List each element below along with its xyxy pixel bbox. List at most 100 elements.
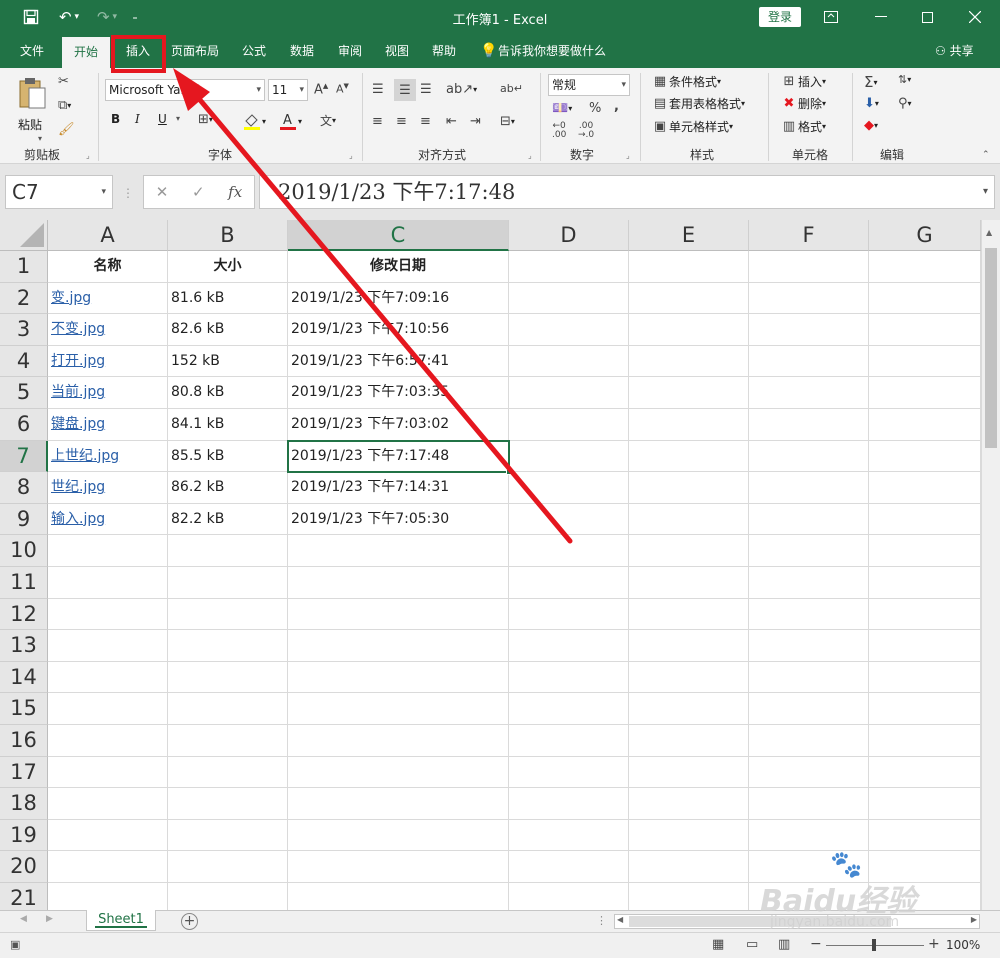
cell-d17[interactable]: [509, 756, 629, 789]
cell-b13[interactable]: [168, 630, 288, 662]
row-header-9[interactable]: 9: [0, 503, 48, 536]
cell-e18[interactable]: [629, 788, 749, 820]
cell-b14[interactable]: [168, 661, 288, 694]
underline-dropdown-icon[interactable]: ▾: [176, 114, 180, 123]
cell-e9[interactable]: [629, 503, 749, 536]
normal-view-icon[interactable]: ▦: [712, 937, 724, 952]
decrease-font-icon[interactable]: A▼: [336, 82, 349, 96]
cell-c12[interactable]: [288, 598, 509, 631]
cell-g13[interactable]: [869, 630, 981, 662]
number-format-combo[interactable]: 常规 ▾: [548, 74, 630, 96]
tell-me-search[interactable]: 💡告诉我你想要做什么: [480, 34, 606, 68]
scroll-left-icon[interactable]: ◀: [617, 915, 623, 924]
cell-g1[interactable]: [869, 251, 981, 283]
cell-styles-button[interactable]: ▣ 单元格样式 ▾: [651, 118, 733, 135]
cell-c9[interactable]: 2019/1/23 下午7:05:30: [288, 503, 509, 536]
cell-f18[interactable]: [749, 788, 869, 820]
cell-f17[interactable]: [749, 756, 869, 789]
row-header-3[interactable]: 3: [0, 314, 48, 346]
cell-c3[interactable]: 2019/1/23 下午7:10:56: [288, 314, 509, 346]
row-header-10[interactable]: 10: [0, 535, 48, 567]
cell-b1[interactable]: 大小: [168, 251, 288, 283]
row-header-20[interactable]: 20: [0, 851, 48, 883]
cell-d7[interactable]: [509, 440, 629, 473]
cell-c1[interactable]: 修改日期: [288, 251, 509, 283]
sheet-prev-icon[interactable]: ◀: [20, 914, 27, 924]
row-header-5[interactable]: 5: [0, 377, 48, 409]
merge-center-icon[interactable]: ⊟ ▾: [500, 114, 515, 129]
cell-a6[interactable]: 键盘.jpg: [48, 409, 168, 441]
cell-d15[interactable]: [509, 693, 629, 725]
cell-f5[interactable]: [749, 377, 869, 409]
cell-a5[interactable]: 当前.jpg: [48, 377, 168, 409]
cell-d11[interactable]: [509, 567, 629, 599]
cell-a12[interactable]: [48, 598, 168, 631]
zoom-in-icon[interactable]: +: [928, 936, 940, 952]
cell-g17[interactable]: [869, 756, 981, 789]
cell-f4[interactable]: [749, 345, 869, 378]
cell-d6[interactable]: [509, 409, 629, 441]
cell-d12[interactable]: [509, 598, 629, 631]
cell-f6[interactable]: [749, 409, 869, 441]
cell-c13[interactable]: [288, 630, 509, 662]
cell-a15[interactable]: [48, 693, 168, 725]
fill-down-icon[interactable]: ⬇ ▾: [864, 96, 879, 111]
cell-g18[interactable]: [869, 788, 981, 820]
cell-c2[interactable]: 2019/1/23 下午7:09:16: [288, 282, 509, 315]
cell-a13[interactable]: [48, 630, 168, 662]
comma-icon[interactable]: ,: [614, 99, 619, 114]
row-header-4[interactable]: 4: [0, 345, 48, 378]
cell-a18[interactable]: [48, 788, 168, 820]
sheet-tab-sheet1[interactable]: Sheet1: [86, 910, 156, 931]
macro-record-icon[interactable]: ▣: [10, 938, 20, 951]
cell-a10[interactable]: [48, 535, 168, 567]
cell-d3[interactable]: [509, 314, 629, 346]
cell-e1[interactable]: [629, 251, 749, 283]
cell-b6[interactable]: 84.1 kB: [168, 409, 288, 441]
cell-a3[interactable]: 不变.jpg: [48, 314, 168, 346]
column-header-c[interactable]: C: [288, 220, 509, 251]
login-button[interactable]: 登录: [759, 7, 801, 27]
percent-icon[interactable]: %: [589, 101, 601, 116]
row-header-13[interactable]: 13: [0, 630, 48, 662]
cell-d21[interactable]: [509, 883, 629, 910]
page-break-view-icon[interactable]: ▥: [778, 937, 790, 952]
cell-d1[interactable]: [509, 251, 629, 283]
cell-e15[interactable]: [629, 693, 749, 725]
row-header-18[interactable]: 18: [0, 788, 48, 820]
cell-f1[interactable]: [749, 251, 869, 283]
cell-g19[interactable]: [869, 819, 981, 852]
cell-e13[interactable]: [629, 630, 749, 662]
row-header-21[interactable]: 21: [0, 883, 48, 910]
cell-e6[interactable]: [629, 409, 749, 441]
cell-f8[interactable]: [749, 472, 869, 504]
orientation-icon[interactable]: ab↗ ▾: [446, 82, 477, 97]
cell-a19[interactable]: [48, 819, 168, 852]
cell-a17[interactable]: [48, 756, 168, 789]
insert-function-icon[interactable]: fx: [228, 183, 242, 201]
align-center-icon[interactable]: ≡: [396, 114, 407, 129]
cell-f16[interactable]: [749, 725, 869, 757]
cell-b16[interactable]: [168, 725, 288, 757]
cell-d4[interactable]: [509, 345, 629, 378]
cell-e14[interactable]: [629, 661, 749, 694]
cell-e12[interactable]: [629, 598, 749, 631]
cell-d14[interactable]: [509, 661, 629, 694]
insert-cells-button[interactable]: ⊞ 插入 ▾: [780, 73, 826, 90]
cell-a21[interactable]: [48, 883, 168, 910]
zoom-level[interactable]: 100%: [946, 938, 980, 952]
select-all-button[interactable]: [0, 220, 48, 251]
find-select-icon[interactable]: ⚲ ▾: [898, 96, 912, 111]
vertical-scrollbar[interactable]: ▲: [981, 220, 1000, 910]
bold-button[interactable]: B: [111, 112, 123, 126]
cell-c6[interactable]: 2019/1/23 下午7:03:02: [288, 409, 509, 441]
formula-input[interactable]: 2019/1/23 下午7:17:48 ▾: [259, 175, 995, 209]
accounting-format-icon[interactable]: 💷 ▾: [552, 101, 572, 116]
column-header-b[interactable]: B: [168, 220, 288, 251]
cell-g16[interactable]: [869, 725, 981, 757]
column-header-g[interactable]: G: [869, 220, 981, 251]
font-name-combo[interactable]: Microsoft YaHei ▾: [105, 79, 265, 101]
cell-e20[interactable]: [629, 851, 749, 883]
align-left-icon[interactable]: ≡: [372, 114, 383, 129]
borders-icon[interactable]: ⊞ ▾: [198, 112, 213, 127]
